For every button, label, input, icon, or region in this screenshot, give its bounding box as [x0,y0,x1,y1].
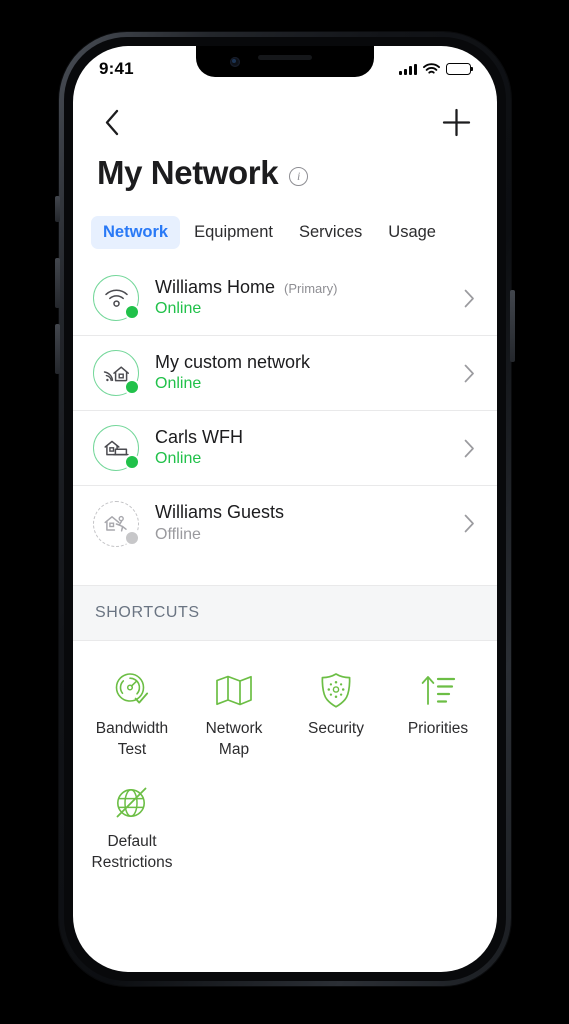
notch [196,46,374,77]
tab-equipment[interactable]: Equipment [182,216,285,249]
tab-network[interactable]: Network [91,216,181,249]
network-status: Online [155,450,202,468]
shortcut-label: Priorities [407,720,469,737]
table-row[interactable]: My custom network Online [73,336,497,411]
tab-bar: Network Equipment Services Usage [91,216,485,249]
status-badge [124,529,140,546]
volume-up-button[interactable] [55,258,60,308]
navigation-bar [73,98,497,146]
shortcut-bandwidth-test[interactable]: Bandwidth Test [81,661,183,774]
network-avatar [93,350,140,396]
status-badge [124,304,140,320]
shortcut-priorities[interactable]: Priorities [387,661,489,774]
table-row[interactable]: Williams Home (Primary) Online [73,261,497,336]
network-status: Offline [155,525,201,543]
network-name: Williams Home [155,276,276,297]
network-avatar [93,275,140,321]
shortcuts-section-header: SHORTCUTS [73,585,497,641]
priority-arrow-icon [419,669,457,711]
shield-icon [319,669,353,711]
page-title: My Network [97,154,279,191]
table-row[interactable]: Williams Guests Offline [73,486,497,561]
network-status: Online [155,375,202,393]
cellular-signal-icon [399,63,417,75]
chevron-left-icon [105,109,119,135]
silent-switch-button[interactable] [55,196,60,222]
front-camera-icon [230,57,240,67]
speedometer-check-icon [113,669,151,711]
network-text: Carls WFH Online [155,426,454,470]
status-icons [399,63,474,75]
chevron-right-icon [464,364,474,382]
shortcut-label: Network Map [205,720,263,758]
shortcuts-grid: Bandwidth Test Network Map Security Prio… [73,643,497,887]
page-header: My Network i [97,154,309,191]
network-text: My custom network Online [155,351,454,395]
chevron-right-icon [464,514,474,533]
network-name: My custom network [155,351,311,372]
shortcut-network-map[interactable]: Network Map [183,661,285,774]
add-network-button[interactable] [439,105,473,139]
network-text: Williams Guests Offline [155,501,454,545]
shortcuts-title: SHORTCUTS [95,604,200,621]
network-name: Carls WFH [155,426,243,447]
battery-icon [446,63,474,75]
shortcut-default-restrictions[interactable]: Default Restrictions [81,774,183,887]
network-status: Online [155,300,202,318]
tab-usage[interactable]: Usage [376,216,448,249]
shortcut-security[interactable]: Security [285,661,387,774]
tab-services[interactable]: Services [287,216,374,249]
phone-screen: 9:41 My Network i Network Equipment Serv… [73,46,497,972]
plus-icon [442,108,470,136]
globe-blocked-icon [114,782,150,824]
network-badge: (Primary) [284,280,338,296]
status-time: 9:41 [99,59,134,78]
network-text: Williams Home (Primary) Online [155,276,454,320]
chevron-right-icon [464,439,474,457]
network-name: Williams Guests [155,502,285,523]
network-list: Williams Home (Primary) Online My custom… [73,261,497,561]
map-icon [215,669,253,711]
shortcut-label: Default Restrictions [91,833,173,871]
chevron-right-icon [464,289,474,307]
shortcut-label: Security [308,720,364,737]
earpiece-speaker [258,55,312,60]
back-button[interactable] [97,105,127,139]
status-badge [124,454,140,470]
info-icon[interactable]: i [289,167,309,186]
network-avatar [93,500,140,547]
network-avatar [93,425,140,471]
status-badge [124,379,140,395]
screenshot-root: 9:41 My Network i Network Equipment Serv… [0,0,569,1024]
volume-down-button[interactable] [55,324,60,374]
table-row[interactable]: Carls WFH Online [73,411,497,486]
wifi-icon [423,63,440,74]
power-button[interactable] [510,290,515,362]
shortcut-label: Bandwidth Test [95,720,169,758]
